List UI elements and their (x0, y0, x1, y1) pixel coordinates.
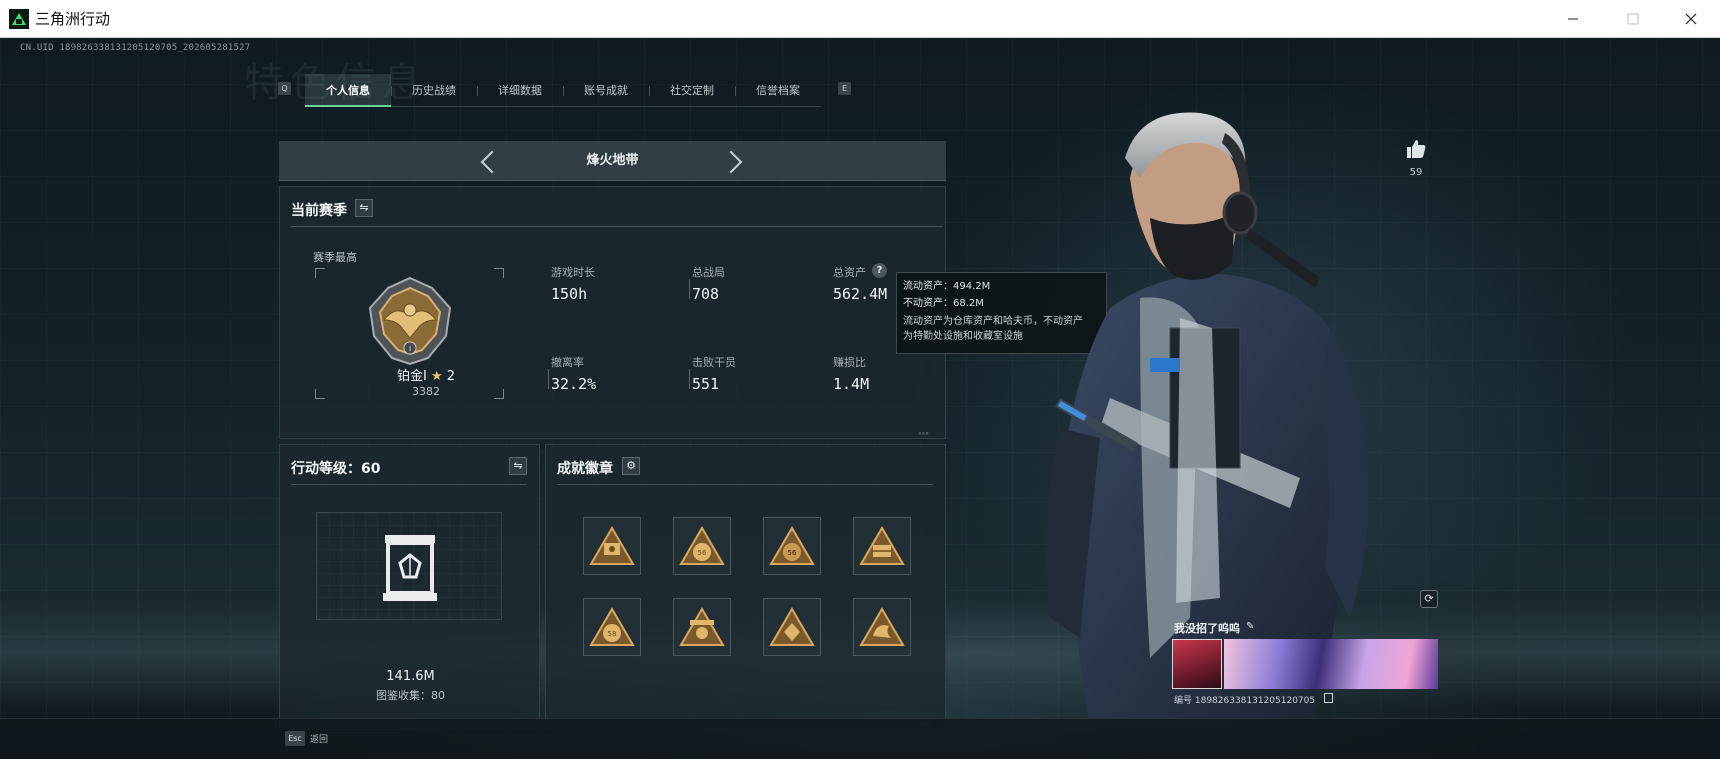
triangle-badge-icon (589, 526, 635, 565)
achievement-badge[interactable]: 56 (763, 517, 821, 575)
stat-total-matches: 总战局 708 (689, 264, 725, 303)
profile-banner[interactable] (1224, 639, 1438, 689)
tab-prev-key[interactable]: Q (278, 82, 291, 95)
achievement-badge[interactable] (583, 517, 641, 575)
avatar[interactable] (1172, 639, 1222, 689)
tab-next-key[interactable]: E (838, 82, 851, 95)
copy-icon[interactable] (1324, 693, 1333, 703)
tab-social[interactable]: 社交定制 (649, 74, 735, 107)
svg-text:56: 56 (788, 549, 797, 557)
achievements-title: 成就徽章 (557, 461, 613, 477)
tab-achievements[interactable]: 账号成就 (563, 74, 649, 107)
level-divider (291, 484, 527, 485)
season-title: 当前赛季 (291, 203, 347, 219)
gear-icon[interactable]: ⚙ (622, 457, 640, 475)
corner-mark: ▪▪▪ (918, 430, 929, 437)
svg-text:I: I (409, 345, 411, 353)
triangle-badge-icon (769, 607, 815, 646)
rank-score: 3382 (412, 385, 440, 398)
tab-personal-info[interactable]: 个人信息 (305, 73, 391, 107)
app-logo-icon (9, 8, 29, 29)
triangle-badge-icon: 56 (679, 526, 725, 565)
triangle-badge-icon (859, 526, 905, 565)
season-best-label: 赛季最高 (313, 251, 357, 264)
collection-value: 141.6M (386, 669, 435, 684)
like-count: 59 (1409, 167, 1423, 178)
achievement-badge[interactable] (853, 517, 911, 575)
mode-selector: 烽火地带 (279, 141, 946, 181)
triangle-badge-icon (859, 607, 905, 646)
achievements-panel: 成就徽章 ⚙ 56 56 58 ▪▪▪ (545, 444, 946, 730)
achievement-badge[interactable] (853, 598, 911, 656)
mode-name: 烽火地带 (586, 153, 639, 168)
frame-corner (315, 389, 325, 399)
season-divider (291, 226, 943, 227)
achievement-badge[interactable]: 58 (583, 598, 641, 656)
game-viewport: CN.UID 189826338131205120705_20260528152… (0, 38, 1720, 759)
minimize-icon[interactable] (1543, 0, 1603, 38)
achievement-badge[interactable] (673, 598, 731, 656)
tab-history[interactable]: 历史战绩 (391, 74, 477, 107)
stat-extraction-rate: 撤离率 32.2% (548, 354, 596, 393)
achievement-badge[interactable]: 56 (673, 517, 731, 575)
triangle-badge-icon: 56 (769, 526, 815, 565)
thumbs-up-icon[interactable] (1405, 138, 1427, 160)
svg-text:58: 58 (608, 630, 617, 638)
window-title: 三角洲行动 (35, 10, 111, 28)
maximize-icon[interactable] (1603, 0, 1663, 38)
stat-playtime: 游戏时长 150h (551, 266, 595, 303)
player-id: 编号 189826338131205120705 (1174, 696, 1316, 706)
edit-icon[interactable]: ✎ (1246, 621, 1254, 632)
window-titlebar: 三角洲行动 (0, 0, 1720, 38)
level-panel: 行动等级：60 ⇋ 141.6M 图鉴收集：80 (279, 444, 540, 730)
swap-icon[interactable]: ⇋ (355, 199, 373, 217)
star-icon: ★ (430, 369, 443, 384)
achievement-badge[interactable] (763, 598, 821, 656)
tab-reputation[interactable]: 信誉档案 (735, 74, 821, 107)
level-title: 行动等级：60 (291, 461, 381, 477)
collection-cabinet-icon (383, 535, 437, 601)
svg-text:56: 56 (698, 549, 707, 557)
platinum-rank-icon: I (368, 276, 452, 366)
uid-label: CN.UID 189826338131205120705_20260528152… (20, 43, 251, 53)
rank-name: 铂金I ★ 2 (396, 369, 456, 384)
frame-corner (494, 268, 504, 278)
triangle-badge-icon (679, 607, 725, 646)
help-icon[interactable]: ? (872, 263, 887, 278)
player-name: 我没招了呜呜 (1174, 622, 1240, 635)
swap-icon[interactable]: ⇋ (509, 457, 527, 475)
tab-details[interactable]: 详细数据 (477, 74, 563, 107)
tab-bar: 个人信息 历史战绩 详细数据 账号成就 社交定制 信誉档案 (305, 73, 821, 107)
triangle-badge-icon: 58 (589, 607, 635, 646)
stat-operators-defeated: 击败干员 551 (689, 354, 736, 393)
esc-key[interactable]: Esc (285, 731, 305, 746)
collection-count: 图鉴收集：80 (376, 689, 445, 702)
bottom-bar (0, 718, 1720, 759)
back-label[interactable]: 返回 (310, 732, 328, 745)
refresh-icon[interactable]: ⟳ (1420, 590, 1438, 608)
stat-profit-loss: 赚损比 1.4M (833, 356, 870, 393)
achievements-divider (557, 484, 933, 485)
season-panel: 当前赛季 ⇋ 赛季最高 I 铂金I ★ 2 3382 游戏时长 150h 总战局 (279, 186, 946, 439)
frame-corner (315, 268, 325, 278)
close-icon[interactable] (1661, 0, 1720, 38)
